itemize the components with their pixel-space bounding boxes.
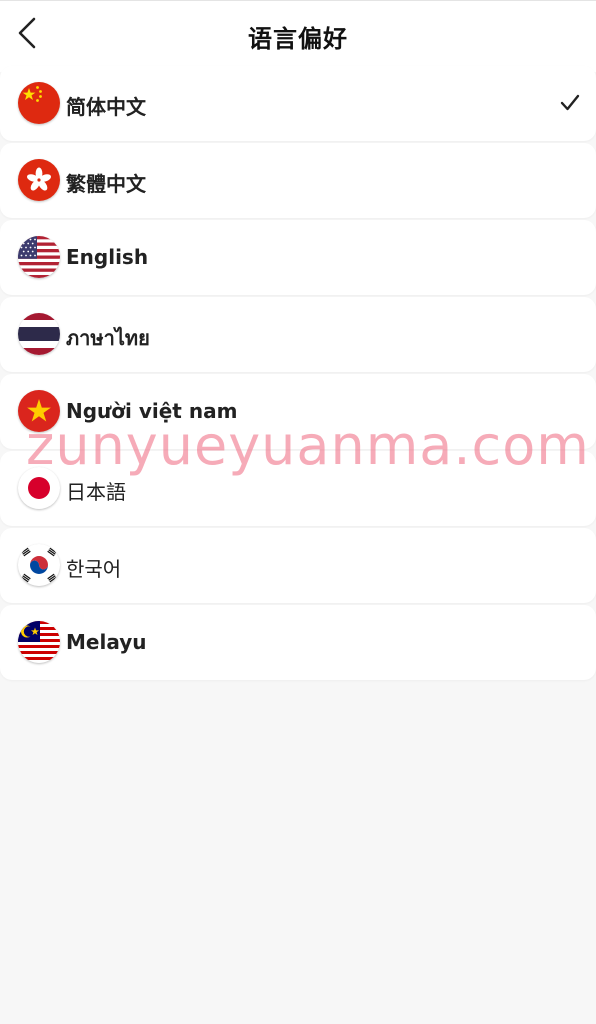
- malaysia-flag-icon: [18, 621, 60, 663]
- page-title: 语言偏好: [248, 25, 348, 53]
- language-item-en[interactable]: English: [0, 220, 596, 295]
- header-bar: 语言偏好: [0, 0, 596, 72]
- language-label: ภาษาไทย: [66, 326, 150, 350]
- china-flag-icon: [18, 82, 60, 124]
- korea-flag-icon: [18, 544, 60, 586]
- language-label: English: [66, 245, 149, 269]
- language-label: Người việt nam: [66, 399, 238, 423]
- hong-kong-flag-icon: [18, 159, 60, 201]
- language-label: 繁體中文: [66, 172, 146, 196]
- language-label: 简体中文: [66, 95, 146, 119]
- language-item-ko[interactable]: 한국어: [0, 528, 596, 603]
- checkmark-icon: [560, 94, 580, 111]
- japan-flag-icon: [18, 467, 60, 509]
- language-item-ms[interactable]: Melayu: [0, 605, 596, 680]
- language-label: Melayu: [66, 630, 147, 654]
- thailand-flag-icon: [18, 313, 60, 355]
- language-item-vi[interactable]: Người việt nam: [0, 374, 596, 449]
- us-flag-icon: [18, 236, 60, 278]
- language-item-zh-hant[interactable]: 繁體中文: [0, 143, 596, 218]
- language-item-ja[interactable]: 日本語: [0, 451, 596, 526]
- language-label: 한국어: [66, 557, 122, 581]
- language-item-zh-hans[interactable]: 简体中文: [0, 66, 596, 141]
- language-label: 日本語: [66, 480, 126, 504]
- language-item-th[interactable]: ภาษาไทย: [0, 297, 596, 372]
- vietnam-flag-icon: [18, 390, 60, 432]
